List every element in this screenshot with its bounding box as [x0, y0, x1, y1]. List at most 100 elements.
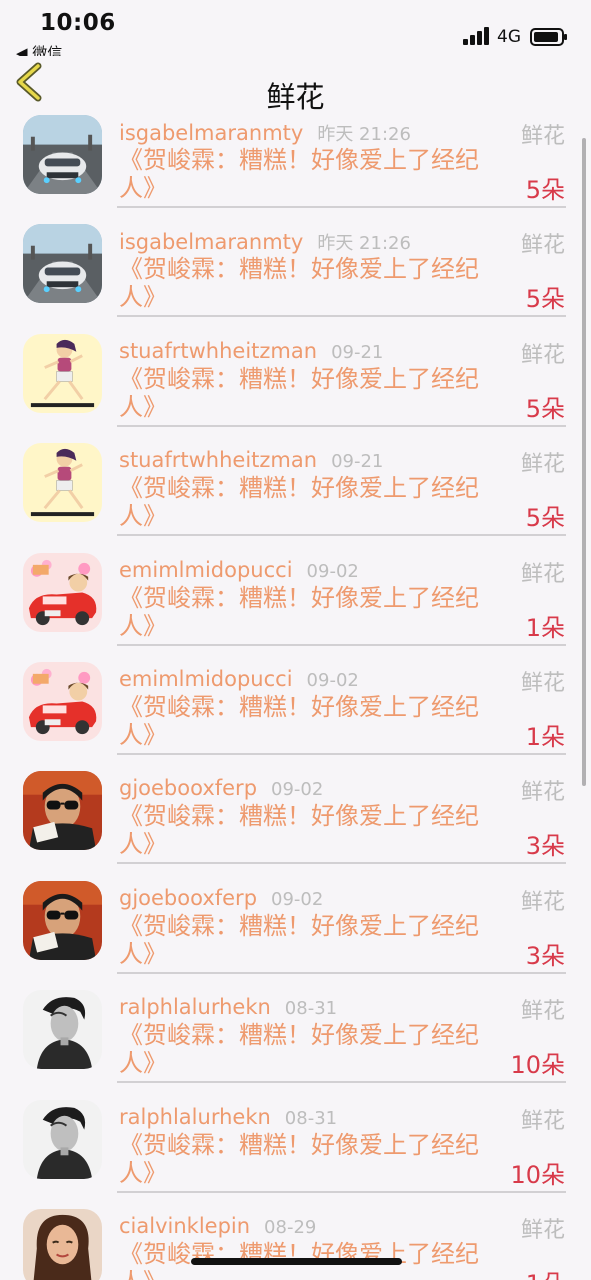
username-text[interactable]: isgabelmaranmty — [119, 121, 303, 145]
username-text[interactable]: cialvinklepin — [119, 1214, 250, 1238]
book-title[interactable]: 《贺峻霖：糟糕！好像爱上了经纪人》 — [119, 474, 507, 530]
battery-icon — [530, 28, 567, 46]
username[interactable]: cialvinklepin 08-29 — [119, 1214, 316, 1238]
avatar[interactable] — [23, 224, 102, 303]
divider — [117, 534, 566, 537]
username[interactable]: gjoebooxferp 09-02 — [119, 886, 323, 910]
sunglasses-man-icon — [23, 881, 102, 960]
car-icon — [23, 224, 102, 303]
book-title[interactable]: 《贺峻霖：糟糕！好像爱上了经纪人》 — [119, 255, 507, 311]
avatar[interactable] — [23, 881, 102, 960]
status-time: 10:06 — [40, 10, 116, 36]
username-text[interactable]: gjoebooxferp — [119, 886, 257, 910]
list-item[interactable]: gjoebooxferp 09-02 鲜花 《贺峻霖：糟糕！好像爱上了经纪人》 3朵 — [0, 874, 591, 983]
book-title[interactable]: 《贺峻霖：糟糕！好像爱上了经纪人》 — [119, 1131, 507, 1187]
avatar[interactable] — [23, 771, 102, 850]
timestamp: 09-21 — [331, 451, 384, 473]
timestamp: 08-31 — [284, 998, 338, 1020]
cartoon-girl-icon — [23, 443, 102, 522]
username[interactable]: isgabelmaranmty 昨天 21:26 — [119, 120, 411, 146]
navigation-bar: 鲜花 — [0, 56, 591, 114]
book-title[interactable]: 《贺峻霖：糟糕！好像爱上了经纪人》 — [119, 584, 507, 640]
timestamp: 09-02 — [271, 779, 324, 801]
list-item[interactable]: emimlmidopucci 09-02 鲜花 《贺峻霖：糟糕！好像爱上了经纪人》 1朵 — [0, 655, 591, 764]
list-item[interactable]: ralphlalurhekn 08-31 鲜花 《贺峻霖：糟糕！好像爱上了经纪人》 10… — [0, 1093, 591, 1202]
username-text[interactable]: ralphlalurhekn — [119, 995, 271, 1019]
username[interactable]: emimlmidopucci 09-02 — [119, 558, 359, 582]
username[interactable]: isgabelmaranmty 昨天 21:26 — [119, 229, 411, 255]
list-item[interactable]: stuafrtwhheitzman 09-21 鲜花 《贺峻霖：糟糕！好像爱上了经纪人… — [0, 436, 591, 545]
username-text[interactable]: emimlmidopucci — [119, 558, 293, 582]
timestamp: 昨天 21:26 — [317, 124, 411, 145]
timestamp: 09-02 — [306, 670, 359, 691]
network-type: 4G — [497, 27, 521, 47]
avatar[interactable] — [23, 443, 102, 522]
flower-count: 10朵 — [510, 1051, 565, 1080]
username-text[interactable]: stuafrtwhheitzman — [119, 448, 317, 472]
divider — [117, 1081, 566, 1084]
gift-type: 鲜花 — [520, 999, 565, 1025]
avatar[interactable] — [23, 990, 102, 1069]
status-bar: 10:06 ◀ 微信 4G — [0, 0, 591, 62]
username-text[interactable]: isgabelmaranmty — [119, 230, 303, 254]
gift-type: 鲜花 — [520, 124, 565, 149]
book-title[interactable]: 《贺峻霖：糟糕！好像爱上了经纪人》 — [119, 146, 507, 202]
red-car-cartoon-icon — [23, 553, 102, 632]
woman-portrait-icon — [23, 1209, 102, 1280]
car-icon — [23, 115, 102, 194]
username[interactable]: ralphlalurhekn 08-31 — [119, 1105, 337, 1129]
gift-type: 鲜花 — [520, 233, 565, 259]
list-item[interactable]: isgabelmaranmty 昨天 21:26 鲜花 《贺峻霖：糟糕！好像爱上了经纪… — [0, 217, 591, 326]
book-title[interactable]: 《贺峻霖：糟糕！好像爱上了经纪人》 — [119, 1021, 507, 1077]
avatar[interactable] — [23, 1209, 102, 1280]
bw-portrait-icon — [23, 990, 102, 1069]
list-item[interactable]: isgabelmaranmty 昨天 21:26 鲜花 《贺峻霖：糟糕！好像爱上了经纪… — [0, 108, 591, 217]
cellular-signal-icon — [463, 27, 489, 45]
divider — [117, 315, 566, 318]
divider — [117, 424, 566, 427]
username-text[interactable]: ralphlalurhekn — [119, 1105, 271, 1129]
flower-count: 5朵 — [525, 394, 565, 423]
flower-count: 5朵 — [525, 285, 565, 314]
avatar[interactable] — [23, 1100, 102, 1179]
list-item[interactable]: ralphlalurhekn 08-31 鲜花 《贺峻霖：糟糕！好像爱上了经纪人》 10… — [0, 983, 591, 1092]
avatar[interactable] — [23, 334, 102, 413]
list-item[interactable]: cialvinklepin08-29鲜花《贺峻霖：糟糕！好像爱上了经纪人》1朵 — [0, 1202, 591, 1280]
avatar[interactable] — [23, 115, 102, 194]
username[interactable]: stuafrtwhheitzman 09-21 — [119, 339, 383, 363]
timestamp: 昨天 21:26 — [317, 233, 411, 255]
divider — [117, 971, 566, 974]
book-title[interactable]: 《贺峻霖：糟糕！好像爱上了经纪人》 — [119, 802, 507, 858]
divider — [117, 1190, 566, 1193]
home-indicator[interactable] — [191, 1258, 402, 1265]
username[interactable]: ralphlalurhekn 08-31 — [119, 995, 337, 1019]
avatar[interactable] — [23, 553, 102, 632]
username-text[interactable]: emimlmidopucci — [119, 667, 293, 691]
timestamp: 09-02 — [271, 888, 324, 910]
red-car-cartoon-icon — [23, 662, 102, 741]
flower-gift-list[interactable]: isgabelmaranmty 昨天 21:26 鲜花 《贺峻霖：糟糕！好像爱上了经纪… — [0, 108, 591, 1280]
flower-count: 1朵 — [525, 723, 565, 751]
list-item[interactable]: emimlmidopucci 09-02 鲜花 《贺峻霖：糟糕！好像爱上了经纪人》 1朵 — [0, 546, 591, 655]
bw-portrait-icon — [23, 1100, 102, 1179]
flower-count: 3朵 — [525, 941, 565, 970]
book-title[interactable]: 《贺峻霖：糟糕！好像爱上了经纪人》 — [119, 365, 507, 421]
username-text[interactable]: stuafrtwhheitzman — [119, 339, 317, 363]
scroll-indicator — [582, 138, 586, 786]
username-text[interactable]: gjoebooxferp — [119, 776, 257, 800]
flower-count: 5朵 — [525, 176, 565, 204]
list-item[interactable]: gjoebooxferp 09-02 鲜花 《贺峻霖：糟糕！好像爱上了经纪人》 3朵 — [0, 764, 591, 873]
flower-count: 1朵 — [525, 613, 565, 642]
list-item[interactable]: stuafrtwhheitzman 09-21 鲜花 《贺峻霖：糟糕！好像爱上了经纪人… — [0, 327, 591, 436]
username[interactable]: gjoebooxferp 09-02 — [119, 776, 323, 800]
username[interactable]: emimlmidopucci 09-02 — [119, 667, 359, 691]
timestamp: 08-31 — [284, 1107, 338, 1129]
flower-count: 1朵 — [526, 1264, 565, 1280]
cartoon-girl-icon — [23, 334, 102, 413]
gift-type: 鲜花 — [520, 889, 565, 915]
gift-type: 鲜花 — [520, 671, 565, 696]
book-title[interactable]: 《贺峻霖：糟糕！好像爱上了经纪人》 — [119, 693, 507, 749]
username[interactable]: stuafrtwhheitzman 09-21 — [119, 448, 383, 472]
avatar[interactable] — [23, 662, 102, 741]
book-title[interactable]: 《贺峻霖：糟糕！好像爱上了经纪人》 — [119, 912, 507, 968]
